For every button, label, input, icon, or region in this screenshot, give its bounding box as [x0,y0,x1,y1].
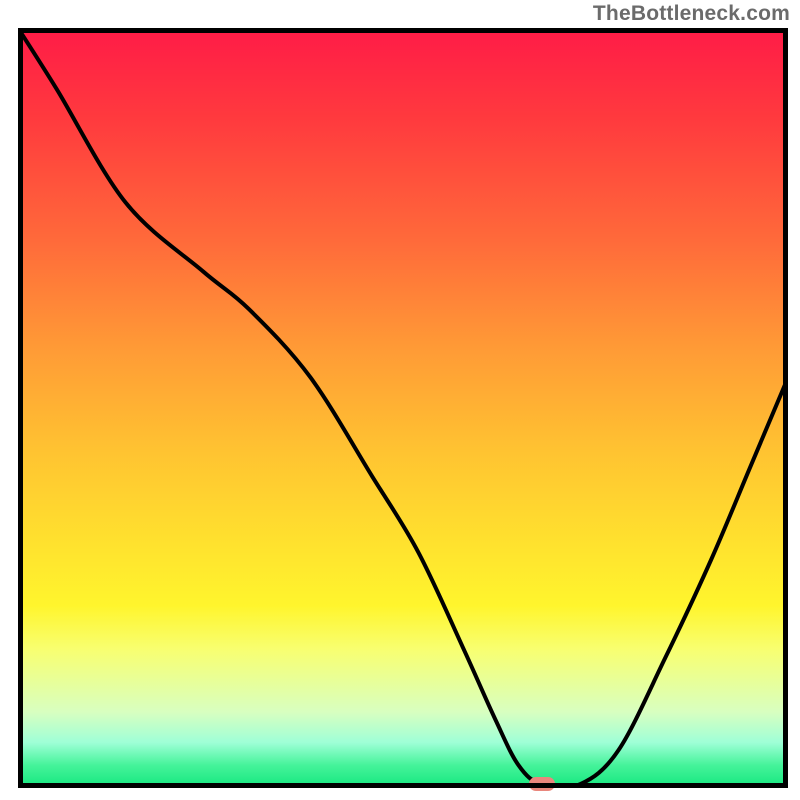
bottleneck-curve [18,28,788,788]
plot-area [18,28,788,788]
plot-inner [18,28,788,788]
chart-container: TheBottleneck.com [0,0,800,800]
min-marker [529,777,555,791]
watermark-label: TheBottleneck.com [593,2,790,26]
